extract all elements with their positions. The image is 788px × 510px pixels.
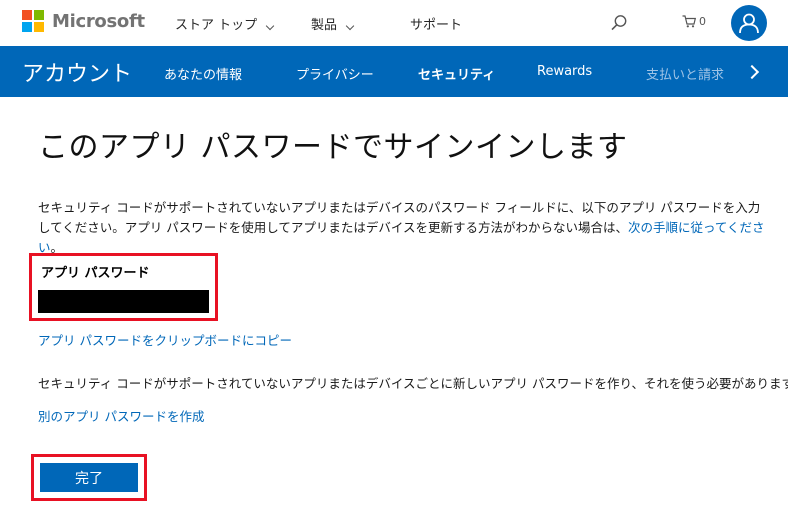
info-paragraph: セキュリティ コードがサポートされていないアプリまたはデバイスごとに新しいアプリ…	[38, 376, 788, 391]
chevron-right-icon	[744, 64, 760, 79]
password-highlight-box: アプリ パスワード	[29, 253, 218, 321]
brand-name: Microsoft	[52, 10, 145, 32]
nav-support[interactable]: サポート	[410, 14, 462, 33]
chevron-down-icon	[265, 21, 275, 30]
user-avatar-icon	[739, 13, 759, 34]
password-label: アプリ パスワード	[41, 266, 150, 281]
done-button[interactable]: 完了	[40, 463, 138, 492]
nav-store-top[interactable]: ストア トップ	[175, 14, 275, 33]
create-another-password-link[interactable]: 別のアプリ パスワードを作成	[38, 406, 204, 425]
nav-products[interactable]: 製品	[311, 14, 355, 33]
top-header: Microsoft ストア トップ 製品 サポート 0	[0, 0, 788, 46]
cart-count: 0	[699, 15, 706, 28]
done-highlight-box: 完了	[31, 454, 147, 501]
chevron-down-icon	[345, 21, 355, 30]
account-nav-bar: アカウント あなたの情報 プライバシー セキュリティ Rewards 支払いと請…	[0, 46, 788, 97]
copy-password-link[interactable]: アプリ パスワードをクリップボードにコピー	[38, 330, 292, 349]
cart-button[interactable]: 0	[682, 15, 706, 28]
intro-paragraph: セキュリティ コードがサポートされていないアプリまたはデバイスのパスワード フィ…	[38, 198, 768, 258]
nav-products-label: 製品	[311, 18, 338, 33]
password-value-redacted[interactable]	[38, 290, 209, 313]
account-title[interactable]: アカウント	[22, 56, 132, 88]
tab-privacy[interactable]: プライバシー	[296, 64, 374, 83]
tab-rewards[interactable]: Rewards	[537, 64, 592, 79]
account-avatar[interactable]	[731, 5, 767, 41]
tab-security[interactable]: セキュリティ	[418, 64, 495, 83]
tab-payment-billing[interactable]: 支払いと請求	[646, 64, 724, 83]
microsoft-logo[interactable]: Microsoft	[22, 10, 145, 32]
search-icon[interactable]	[610, 14, 628, 32]
nav-scroll-right-button[interactable]	[735, 46, 769, 97]
nav-store-top-label: ストア トップ	[175, 18, 258, 33]
nav-support-label: サポート	[410, 18, 463, 33]
tab-your-info[interactable]: あなたの情報	[164, 64, 242, 83]
microsoft-logo-icon	[22, 10, 44, 32]
page-title: このアプリ パスワードでサインインします	[38, 130, 628, 165]
cart-icon	[682, 15, 696, 28]
